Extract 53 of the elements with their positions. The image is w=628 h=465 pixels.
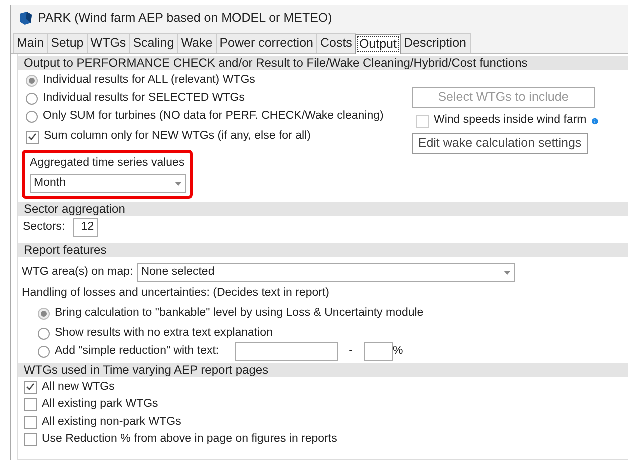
tab[interactable]: Power correction bbox=[216, 33, 318, 53]
option-label: Wind speeds inside wind farm bbox=[434, 113, 587, 128]
checkbox[interactable] bbox=[24, 380, 37, 394]
option-label: Show results with no extra text explanation bbox=[55, 326, 273, 341]
checkmark-icon bbox=[28, 133, 37, 141]
percent-label: % bbox=[392, 344, 404, 359]
radio-button[interactable] bbox=[38, 328, 50, 340]
checkbox[interactable] bbox=[26, 130, 39, 144]
dash-label: - bbox=[349, 344, 353, 359]
checkbox[interactable] bbox=[24, 416, 37, 429]
field-label: Sectors: bbox=[23, 220, 66, 236]
sectors-field[interactable]: 12 bbox=[73, 218, 98, 238]
tab[interactable]: WTGs bbox=[86, 33, 130, 53]
checkbox[interactable] bbox=[24, 398, 37, 412]
tab[interactable]: Wake bbox=[177, 33, 217, 53]
option-label: Sum column only for NEW WTGs (if any, else for all) bbox=[44, 129, 311, 144]
dropdown-caret-icon bbox=[504, 270, 512, 275]
option-label: All existing park WTGs bbox=[42, 397, 158, 412]
tab[interactable]: Output bbox=[355, 34, 401, 54]
tab[interactable]: Description bbox=[400, 33, 470, 53]
edit-wake-settings-button[interactable]: Edit wake calculation settings bbox=[412, 133, 588, 154]
app-logo-icon bbox=[18, 10, 33, 26]
section-header: WTGs used in Time varying AEP report pages bbox=[18, 362, 628, 376]
section-header: Sector aggregation bbox=[18, 202, 628, 216]
field-label: WTG area(s) on map: bbox=[22, 265, 134, 280]
window-title: PARK (Wind farm AEP based on MODEL or METEO) bbox=[38, 10, 332, 27]
section-header: Output to PERFORMANCE CHECK and/or Result to File/Wake Cleaning/Hybrid/Cost functions bbox=[18, 56, 628, 70]
option-label: Only SUM for turbines (NO data for PERF. CHECK/Wake cleaning) bbox=[43, 109, 384, 124]
checkbox[interactable] bbox=[24, 433, 37, 446]
tab[interactable]: Scaling bbox=[129, 33, 178, 53]
section-header: Report features bbox=[18, 243, 628, 258]
field-label: Aggregated time series values bbox=[30, 156, 186, 171]
tab[interactable]: Main bbox=[13, 33, 48, 53]
checkmark-icon bbox=[26, 383, 35, 392]
radio-button[interactable] bbox=[38, 346, 50, 358]
option-label: Use Reduction % from above in page on figures in reports bbox=[42, 432, 338, 448]
reduction-text-field[interactable] bbox=[235, 342, 338, 361]
option-label: All existing non-park WTGs bbox=[42, 414, 182, 430]
radio-button[interactable] bbox=[26, 93, 38, 105]
option-label: All new WTGs bbox=[42, 380, 115, 395]
option-label: Individual results for ALL (relevant) WTGs bbox=[43, 73, 256, 88]
option-label: Bring calculation to "bankable" level by using Loss & Uncertainty module bbox=[55, 306, 424, 321]
dropdown-caret-icon bbox=[175, 182, 182, 186]
checkbox[interactable] bbox=[416, 114, 429, 128]
tab[interactable]: Costs bbox=[316, 33, 356, 53]
tab[interactable]: Setup bbox=[47, 33, 88, 53]
wtg-area-dropdown[interactable]: None selected bbox=[137, 263, 516, 282]
field-label: Handling of losses and uncertainties: (Decides text in report) bbox=[21, 286, 330, 302]
option-label: Add "simple reduction" with text: bbox=[55, 344, 220, 359]
reduction-percent-field[interactable] bbox=[364, 342, 393, 361]
radio-button[interactable] bbox=[26, 111, 38, 123]
time-aggregation-dropdown[interactable]: Month bbox=[30, 174, 186, 194]
option-label: Individual results for SELECTED WTGs bbox=[43, 91, 245, 106]
